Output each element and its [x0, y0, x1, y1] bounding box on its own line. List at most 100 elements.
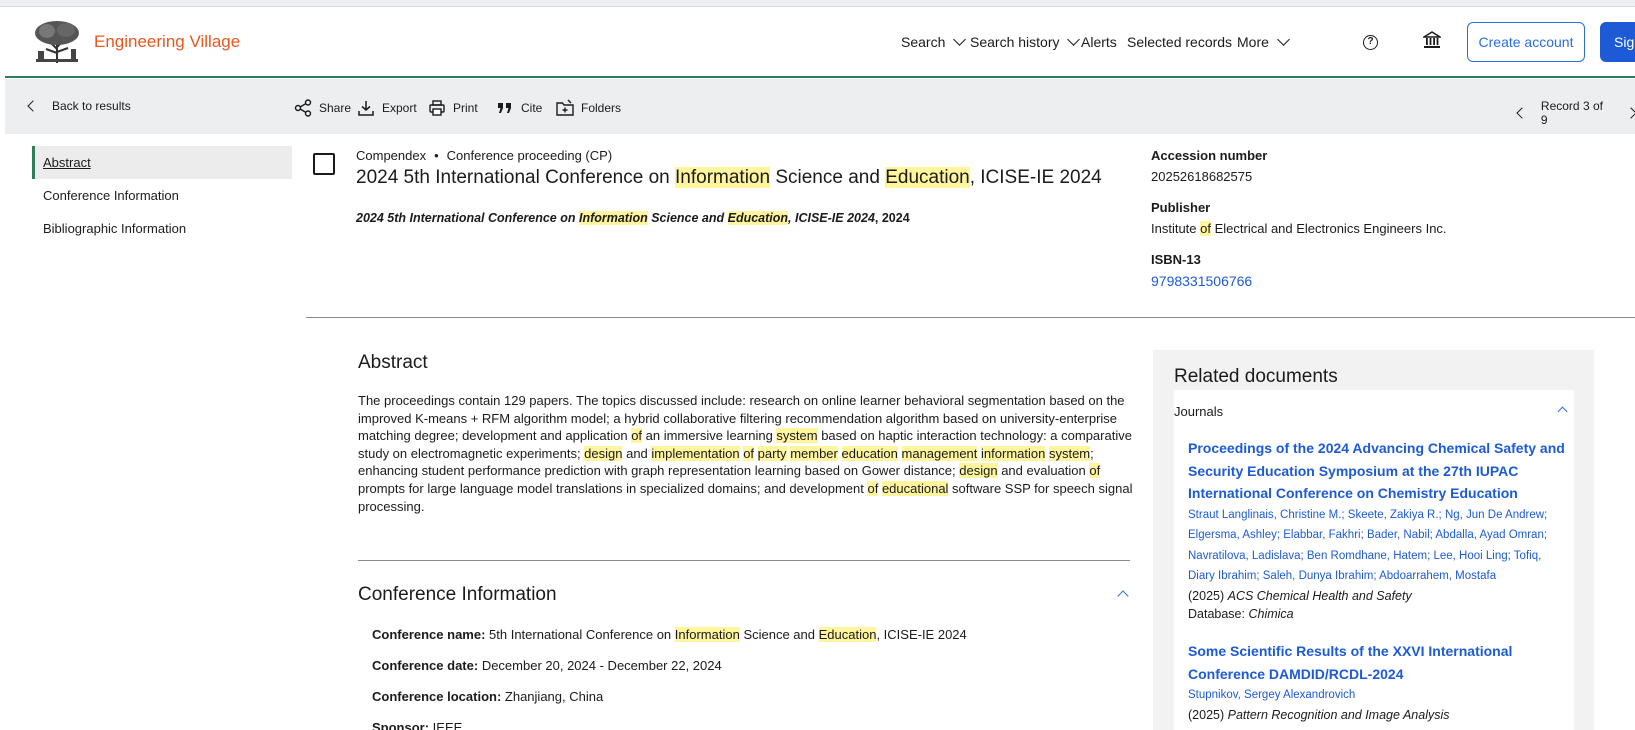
nav-selected-records[interactable]: Selected records: [1127, 34, 1232, 50]
elsevier-tree-logo-icon[interactable]: [32, 19, 82, 65]
related-doc-database: Database: Chimica: [1188, 606, 1294, 621]
conference-sponsor-row: Sponsor: IEEE: [372, 720, 462, 730]
download-icon: [358, 101, 374, 116]
related-doc-authors[interactable]: Straut Langlinais, Christine M.; Skeete,…: [1188, 505, 1568, 587]
related-documents-heading: Related documents: [1174, 366, 1338, 387]
highlighted-term: of: [631, 428, 643, 444]
section-nav-abstract[interactable]: Abstract: [32, 146, 292, 179]
section-nav: Abstract Conference Information Bibliogr…: [32, 146, 292, 245]
abstract-heading: Abstract: [358, 352, 428, 373]
abstract-segment: [898, 446, 902, 461]
share-button[interactable]: Share: [294, 99, 351, 117]
record-meta: Compendex • Conference proceeding (CP): [356, 148, 613, 163]
header-divider: [306, 317, 1635, 318]
record-title: 2024 5th International Conference on Inf…: [356, 167, 1102, 188]
folders-button[interactable]: Folders: [556, 99, 621, 117]
highlighted-term: education: [841, 445, 898, 461]
record-pager: Record 3 of 9: [1516, 99, 1635, 127]
nav-search-label: Search: [901, 34, 946, 50]
record-source: 2024 5th International Conference on Inf…: [356, 211, 910, 225]
nav-alerts-label: Alerts: [1081, 34, 1117, 50]
cite-label: Cite: [521, 101, 543, 115]
brand-name[interactable]: Engineering Village: [94, 32, 240, 52]
chevron-up-icon[interactable]: [1117, 590, 1129, 602]
highlighted-term: information: [981, 445, 1046, 461]
highlighted-term: design: [584, 445, 623, 461]
section-nav-bibliographic-information[interactable]: Bibliographic Information: [32, 212, 292, 245]
related-doc-title[interactable]: Some Scientific Results of the XXVI Inte…: [1188, 640, 1568, 685]
nav-search-history[interactable]: Search history: [970, 33, 1081, 50]
nav-more[interactable]: More: [1237, 33, 1290, 50]
back-to-results-label: Back to results: [52, 99, 131, 113]
accession-value: 20252618682575: [1151, 169, 1253, 184]
chevron-down-icon: [1277, 33, 1290, 46]
printer-icon: [429, 100, 445, 116]
conference-sponsor-value: IEEE: [429, 720, 463, 730]
chevron-down-icon: [1067, 33, 1081, 46]
highlighted-term: management: [901, 445, 978, 461]
accession-label: Accession number: [1151, 148, 1268, 163]
document-type: Conference proceeding (CP): [446, 148, 613, 163]
previous-record-icon[interactable]: [1516, 107, 1528, 119]
nav-alerts[interactable]: Alerts: [1081, 34, 1117, 50]
related-doc-title[interactable]: Proceedings of the 2024 Advancing Chemic…: [1188, 437, 1568, 505]
conference-heading: Conference Information: [358, 584, 557, 605]
related-documents-list: Journals Proceedings of the 2024 Advanci…: [1174, 390, 1574, 730]
abstract-segment: [838, 446, 842, 461]
print-label: Print: [453, 101, 478, 115]
highlighted-term: member: [790, 445, 838, 461]
nav-search[interactable]: Search: [901, 33, 967, 50]
journals-section-toggle[interactable]: Journals: [1174, 404, 1574, 419]
nav-search-history-label: Search history: [970, 34, 1060, 50]
abstract-text: The proceedings contain 129 papers. The …: [358, 392, 1133, 515]
related-doc-1: Proceedings of the 2024 Advancing Chemic…: [1188, 437, 1568, 623]
related-doc-2: Some Scientific Results of the XXVI Inte…: [1188, 640, 1568, 724]
highlighted-term: of: [867, 480, 879, 496]
conference-name-row: Conference name: 5th International Confe…: [372, 627, 967, 642]
site-header: Engineering Village Search Search histor…: [5, 7, 1635, 78]
highlighted-term: of: [1089, 463, 1101, 479]
highlighted-term: educational: [881, 480, 949, 496]
sign-in-button[interactable]: Sign: [1600, 22, 1635, 62]
isbn-link[interactable]: 9798331506766: [1151, 273, 1621, 289]
create-account-button[interactable]: Create account: [1467, 22, 1585, 62]
highlighted-term: implementation: [651, 445, 740, 461]
export-label: Export: [382, 101, 417, 115]
next-record-icon[interactable]: [1625, 107, 1635, 119]
browser-top-strip: [0, 0, 1635, 7]
conference-location-value: Zhanjiang, China: [501, 689, 604, 704]
cite-button[interactable]: Cite: [496, 99, 542, 117]
folder-add-icon: [556, 99, 574, 116]
publisher-label: Publisher: [1151, 200, 1211, 215]
back-to-results-link[interactable]: Back to results: [27, 99, 131, 113]
nav-more-label: More: [1237, 34, 1269, 50]
section-nav-conference-information[interactable]: Conference Information: [32, 179, 292, 212]
conference-location-label: Conference location:: [372, 689, 502, 704]
share-label: Share: [319, 101, 352, 115]
folders-label: Folders: [581, 101, 622, 115]
highlighted-term: party: [757, 445, 787, 461]
help-icon[interactable]: ?: [1363, 35, 1378, 50]
conference-date-label: Conference date:: [372, 658, 479, 673]
abstract-segment: and evaluation: [997, 463, 1090, 479]
chevron-down-icon: [953, 33, 967, 46]
conference-name-label: Conference name:: [372, 627, 486, 642]
print-button[interactable]: Print: [428, 99, 478, 117]
chevron-left-icon: [27, 100, 39, 112]
conference-sponsor-label: Sponsor:: [372, 720, 430, 730]
export-button[interactable]: Export: [357, 99, 417, 117]
related-doc-authors[interactable]: Stupnikov, Sergey Alexandrovich: [1188, 685, 1568, 706]
abstract-divider: [358, 560, 1130, 561]
abstract-segment: prompts for large language model transla…: [358, 480, 868, 496]
record-toolbar: Back to results Share Export Print Cite …: [5, 79, 1635, 134]
select-record-checkbox[interactable]: [313, 153, 335, 175]
related-doc-citation: (2025) Pattern Recognition and Image Ana…: [1188, 707, 1450, 722]
conference-date-value: December 20, 2024 - December 22, 2024: [478, 658, 722, 673]
highlighted-term: of: [743, 445, 755, 461]
nav-selected-records-label: Selected records: [1127, 34, 1233, 50]
abstract-segment: an immersive learning: [642, 428, 777, 444]
database-name: Compendex: [356, 148, 427, 163]
institution-icon[interactable]: [1423, 31, 1441, 49]
highlighted-term: system: [1048, 445, 1091, 461]
abstract-segment: and: [622, 445, 652, 461]
